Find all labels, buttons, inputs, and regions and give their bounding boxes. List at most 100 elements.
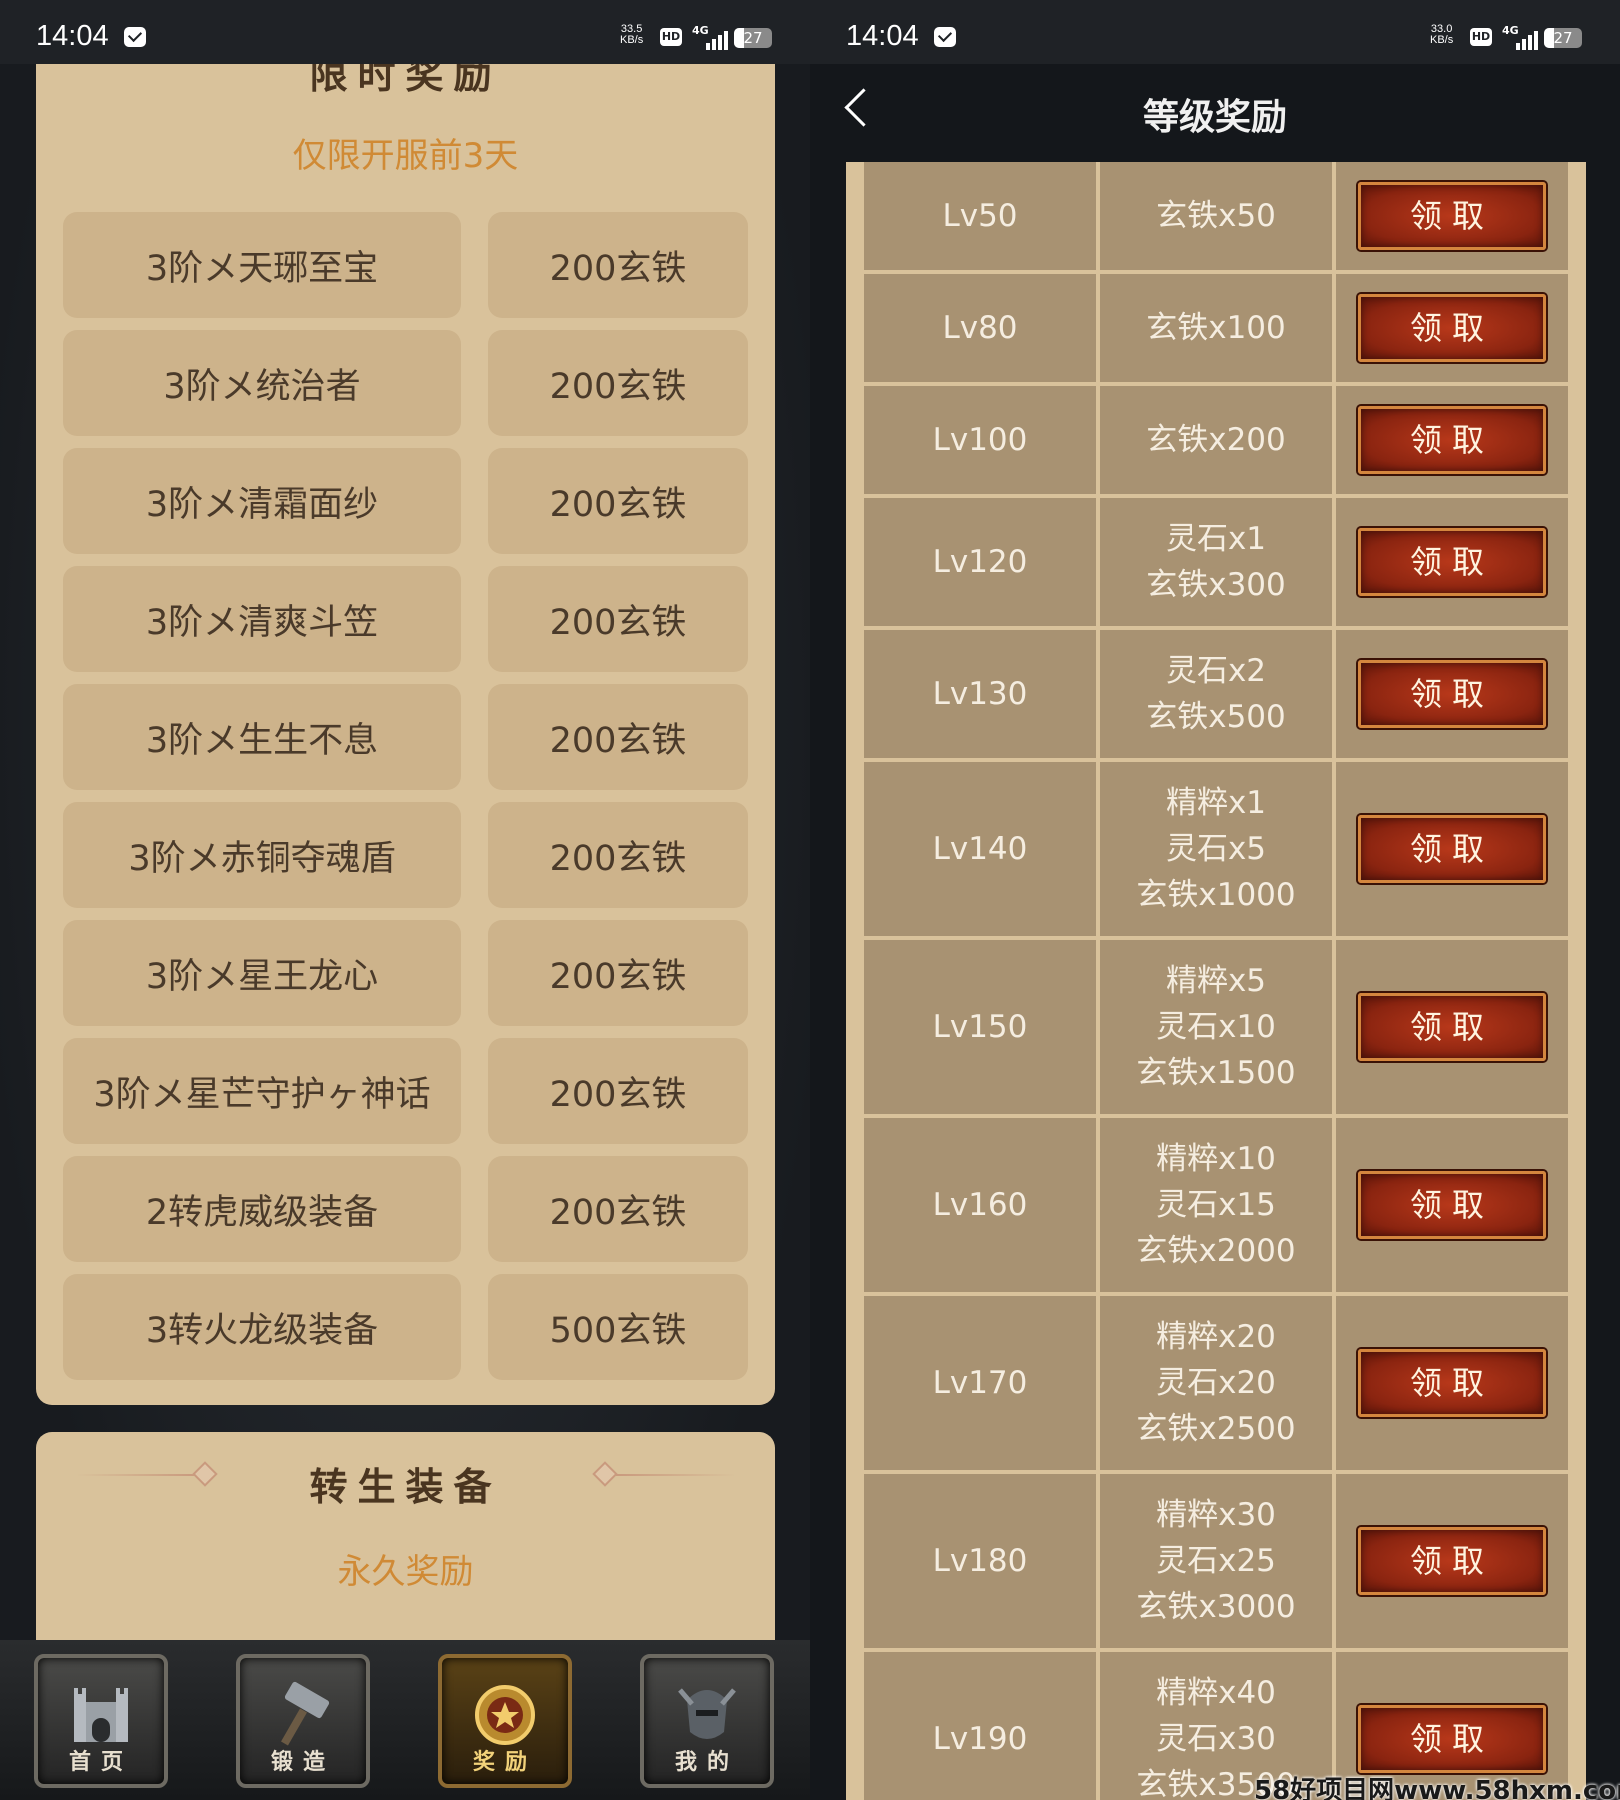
status-time: 14:04 bbox=[36, 20, 109, 52]
watermark: 58好项目网www.58hxm.com bbox=[1254, 1776, 1620, 1800]
reward-cell: 玄铁x200 bbox=[1100, 386, 1332, 494]
reward-cell: 灵石x2 玄铁x500 bbox=[1100, 630, 1332, 758]
reward-line: 灵石x5 bbox=[1165, 831, 1267, 867]
level-cell: Lv180 bbox=[864, 1474, 1096, 1648]
decor-line bbox=[616, 1474, 736, 1476]
reward-item-name: 2转虎威级装备 bbox=[63, 1156, 461, 1262]
signal-icon: 4G bbox=[1502, 24, 1538, 50]
claim-button[interactable]: 领取 bbox=[1358, 528, 1546, 596]
battery-icon: 27 bbox=[1544, 28, 1582, 48]
reward-item-name: 3转火龙级装备 bbox=[63, 1274, 461, 1380]
message-icon bbox=[124, 27, 146, 47]
network-type: 4G bbox=[692, 24, 709, 37]
claim-cell: 领取 bbox=[1336, 1296, 1568, 1470]
reward-cell: 灵石x1 玄铁x300 bbox=[1100, 498, 1332, 626]
claim-button[interactable]: 领取 bbox=[1358, 1527, 1546, 1595]
castle-icon bbox=[74, 1688, 128, 1742]
level-reward-row: Lv170 精粹x20 灵石x20 玄铁x2500 领取 bbox=[864, 1296, 1568, 1470]
nav-reward-button[interactable]: 奖励 bbox=[438, 1654, 572, 1788]
reward-item-price: 200玄铁 bbox=[488, 212, 748, 318]
network-speed: 33.0 KB/s bbox=[1430, 24, 1453, 46]
level-reward-row: Lv130 灵石x2 玄铁x500 领取 bbox=[864, 630, 1568, 758]
level-reward-row: Lv160 精粹x10 灵石x15 玄铁x2000 领取 bbox=[864, 1118, 1568, 1292]
reward-item-name: 3阶メ清霜面纱 bbox=[63, 448, 461, 554]
reward-item-row: 3阶メ清爽斗笠 200玄铁 bbox=[63, 566, 748, 672]
reward-cell: 玄铁x100 bbox=[1100, 274, 1332, 382]
reward-item-price: 500玄铁 bbox=[488, 1274, 748, 1380]
card-subtitle: 仅限开服前3天 bbox=[292, 136, 519, 176]
claim-cell: 领取 bbox=[1336, 386, 1568, 494]
claim-cell: 领取 bbox=[1336, 630, 1568, 758]
reward-line: 玄铁x2500 bbox=[1136, 1411, 1296, 1447]
reward-cell: 精粹x30 灵石x25 玄铁x3000 bbox=[1100, 1474, 1332, 1648]
status-time: 14:04 bbox=[846, 20, 919, 52]
reward-cell: 玄铁x50 bbox=[1100, 162, 1332, 270]
reward-item-row: 3阶メ生生不息 200玄铁 bbox=[63, 684, 748, 790]
claim-button[interactable]: 领取 bbox=[1358, 406, 1546, 474]
nav-label: 首页 bbox=[68, 1750, 133, 1775]
reward-line: 精粹x1 bbox=[1165, 785, 1267, 821]
claim-button[interactable]: 领取 bbox=[1358, 660, 1546, 728]
reward-line: 精粹x30 bbox=[1156, 1497, 1276, 1533]
claim-button[interactable]: 领取 bbox=[1358, 815, 1546, 883]
nav-forge-button[interactable]: 锻造 bbox=[236, 1654, 370, 1788]
claim-button[interactable]: 领取 bbox=[1358, 993, 1546, 1061]
reward-item-name: 3阶メ天琊至宝 bbox=[63, 212, 461, 318]
reward-line: 灵石x20 bbox=[1156, 1365, 1276, 1401]
reward-item-price: 200玄铁 bbox=[488, 684, 748, 790]
limited-reward-card: 限时奖励 仅限开服前3天 3阶メ天琊至宝 200玄铁 3阶メ统治者 200玄铁 3阶メ清… bbox=[36, 10, 775, 1405]
hd-icon: HD bbox=[1470, 28, 1492, 46]
battery-icon: 27 bbox=[734, 28, 772, 48]
claim-button[interactable]: 领取 bbox=[1358, 182, 1546, 250]
level-reward-table: Lv50 玄铁x50 领取 Lv80 玄铁x100 领取 Lv100 玄铁x200 领取 Lv12… bbox=[846, 162, 1586, 1800]
claim-button[interactable]: 领取 bbox=[1358, 294, 1546, 362]
reward-line: 玄铁x200 bbox=[1146, 422, 1286, 458]
level-cell: Lv190 bbox=[864, 1652, 1096, 1800]
reward-item-price: 200玄铁 bbox=[488, 566, 748, 672]
hammer-icon bbox=[281, 1681, 330, 1746]
reward-line: 玄铁x3000 bbox=[1136, 1589, 1296, 1625]
reward-line: 玄铁x500 bbox=[1146, 699, 1286, 735]
level-cell: Lv120 bbox=[864, 498, 1096, 626]
claim-cell: 领取 bbox=[1336, 1474, 1568, 1648]
reward-line: 灵石x1 bbox=[1165, 521, 1267, 557]
reward-item-price: 200玄铁 bbox=[488, 1156, 748, 1262]
reward-item-row: 2转虎威级装备 200玄铁 bbox=[63, 1156, 748, 1262]
reward-line: 玄铁x100 bbox=[1146, 310, 1286, 346]
left-screen: 14:04 33.5 KB/s HD 4G 27 限时奖励 仅限开服前3天 3阶メ… bbox=[0, 0, 810, 1800]
speed-unit: KB/s bbox=[620, 34, 644, 46]
level-cell: Lv140 bbox=[864, 762, 1096, 936]
reward-cell: 精粹x20 灵石x20 玄铁x2500 bbox=[1100, 1296, 1332, 1470]
reward-line: 玄铁x1500 bbox=[1136, 1055, 1296, 1091]
level-reward-row: Lv120 灵石x1 玄铁x300 领取 bbox=[864, 498, 1568, 626]
reward-item-name: 3阶メ赤铜夺魂盾 bbox=[63, 802, 461, 908]
level-cell: Lv130 bbox=[864, 630, 1096, 758]
claim-cell: 领取 bbox=[1336, 762, 1568, 936]
claim-button[interactable]: 领取 bbox=[1358, 1171, 1546, 1239]
level-cell: Lv50 bbox=[864, 162, 1096, 270]
reward-item-name: 3阶メ星王龙心 bbox=[63, 920, 461, 1026]
nav-label: 锻造 bbox=[270, 1750, 335, 1775]
reward-item-row: 3阶メ星芒守护ヶ神话 200玄铁 bbox=[63, 1038, 748, 1144]
reward-item-price: 200玄铁 bbox=[488, 1038, 748, 1144]
reward-line: 灵石x25 bbox=[1156, 1543, 1276, 1579]
status-bar: 14:04 33.5 KB/s HD 4G 27 bbox=[0, 0, 810, 64]
claim-button[interactable]: 领取 bbox=[1358, 1349, 1546, 1417]
level-cell: Lv100 bbox=[864, 386, 1096, 494]
level-reward-row: Lv140 精粹x1 灵石x5 玄铁x1000 领取 bbox=[864, 762, 1568, 936]
signal-icon: 4G bbox=[692, 24, 728, 50]
reward-line: 精粹x10 bbox=[1156, 1141, 1276, 1177]
level-reward-row: Lv180 精粹x30 灵石x25 玄铁x3000 领取 bbox=[864, 1474, 1568, 1648]
reward-cell: 精粹x10 灵石x15 玄铁x2000 bbox=[1100, 1118, 1332, 1292]
nav-mine-button[interactable]: 我的 bbox=[640, 1654, 774, 1788]
claim-button[interactable]: 领取 bbox=[1358, 1705, 1546, 1773]
claim-cell: 领取 bbox=[1336, 162, 1568, 270]
level-reward-row: Lv80 玄铁x100 领取 bbox=[864, 274, 1568, 382]
helmet-icon bbox=[678, 1688, 736, 1739]
level-reward-row: Lv50 玄铁x50 领取 bbox=[864, 162, 1568, 270]
bottom-nav: 首页 锻造 奖励 我的 bbox=[0, 1640, 810, 1800]
reward-line: 玄铁x1000 bbox=[1136, 877, 1296, 913]
nav-home-button[interactable]: 首页 bbox=[34, 1654, 168, 1788]
level-reward-row: Lv100 玄铁x200 领取 bbox=[864, 386, 1568, 494]
card-title: 转生装备 bbox=[309, 1464, 502, 1509]
